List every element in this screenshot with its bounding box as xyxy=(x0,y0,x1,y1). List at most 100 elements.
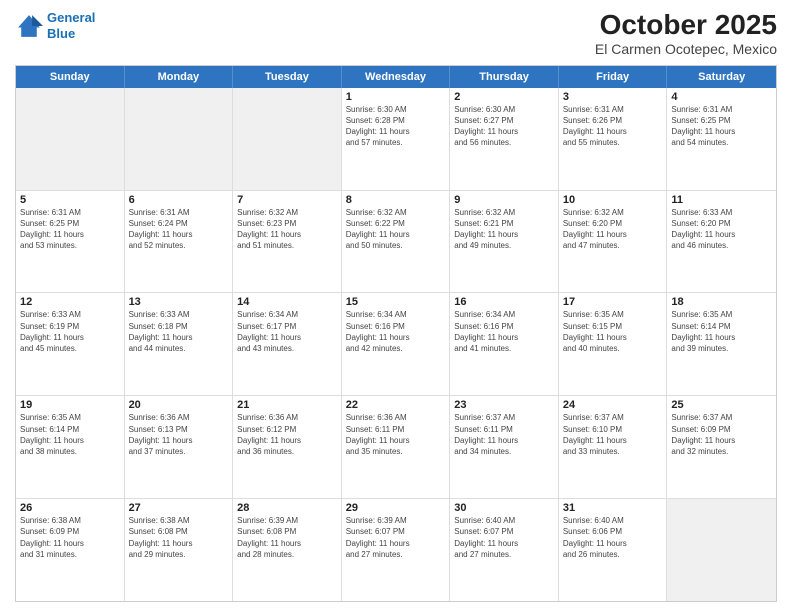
calendar-cell: 16Sunrise: 6:34 AM Sunset: 6:16 PM Dayli… xyxy=(450,293,559,395)
day-content: Sunrise: 6:33 AM Sunset: 6:18 PM Dayligh… xyxy=(129,309,229,354)
day-number: 23 xyxy=(454,399,554,411)
calendar-row-4: 19Sunrise: 6:35 AM Sunset: 6:14 PM Dayli… xyxy=(16,395,776,498)
day-number: 24 xyxy=(563,399,663,411)
calendar-cell: 8Sunrise: 6:32 AM Sunset: 6:22 PM Daylig… xyxy=(342,191,451,293)
calendar-cell: 3Sunrise: 6:31 AM Sunset: 6:26 PM Daylig… xyxy=(559,88,668,190)
logo-text: General Blue xyxy=(47,10,95,41)
day-content: Sunrise: 6:37 AM Sunset: 6:11 PM Dayligh… xyxy=(454,412,554,457)
day-header-friday: Friday xyxy=(559,66,668,88)
calendar-cell: 13Sunrise: 6:33 AM Sunset: 6:18 PM Dayli… xyxy=(125,293,234,395)
day-number: 6 xyxy=(129,194,229,206)
calendar-row-5: 26Sunrise: 6:38 AM Sunset: 6:09 PM Dayli… xyxy=(16,498,776,601)
day-number: 4 xyxy=(671,91,772,103)
calendar-cell: 21Sunrise: 6:36 AM Sunset: 6:12 PM Dayli… xyxy=(233,396,342,498)
day-number: 30 xyxy=(454,502,554,514)
calendar-cell: 5Sunrise: 6:31 AM Sunset: 6:25 PM Daylig… xyxy=(16,191,125,293)
day-number: 19 xyxy=(20,399,120,411)
day-number: 28 xyxy=(237,502,337,514)
calendar-cell: 12Sunrise: 6:33 AM Sunset: 6:19 PM Dayli… xyxy=(16,293,125,395)
calendar-subtitle: El Carmen Ocotepec, Mexico xyxy=(595,41,777,57)
day-content: Sunrise: 6:31 AM Sunset: 6:25 PM Dayligh… xyxy=(20,207,120,252)
calendar-cell xyxy=(125,88,234,190)
day-number: 18 xyxy=(671,296,772,308)
day-content: Sunrise: 6:33 AM Sunset: 6:19 PM Dayligh… xyxy=(20,309,120,354)
day-number: 7 xyxy=(237,194,337,206)
calendar-cell: 4Sunrise: 6:31 AM Sunset: 6:25 PM Daylig… xyxy=(667,88,776,190)
calendar-cell: 19Sunrise: 6:35 AM Sunset: 6:14 PM Dayli… xyxy=(16,396,125,498)
calendar-header: SundayMondayTuesdayWednesdayThursdayFrid… xyxy=(16,66,776,88)
day-content: Sunrise: 6:34 AM Sunset: 6:16 PM Dayligh… xyxy=(346,309,446,354)
day-content: Sunrise: 6:38 AM Sunset: 6:08 PM Dayligh… xyxy=(129,515,229,560)
logo-icon xyxy=(15,12,43,40)
day-number: 1 xyxy=(346,91,446,103)
day-number: 3 xyxy=(563,91,663,103)
calendar-row-3: 12Sunrise: 6:33 AM Sunset: 6:19 PM Dayli… xyxy=(16,292,776,395)
calendar-cell: 15Sunrise: 6:34 AM Sunset: 6:16 PM Dayli… xyxy=(342,293,451,395)
day-content: Sunrise: 6:36 AM Sunset: 6:13 PM Dayligh… xyxy=(129,412,229,457)
calendar-cell xyxy=(233,88,342,190)
calendar-cell xyxy=(16,88,125,190)
day-content: Sunrise: 6:40 AM Sunset: 6:06 PM Dayligh… xyxy=(563,515,663,560)
calendar-cell: 17Sunrise: 6:35 AM Sunset: 6:15 PM Dayli… xyxy=(559,293,668,395)
calendar-title: October 2025 xyxy=(595,10,777,41)
day-content: Sunrise: 6:30 AM Sunset: 6:28 PM Dayligh… xyxy=(346,104,446,149)
day-number: 5 xyxy=(20,194,120,206)
day-number: 15 xyxy=(346,296,446,308)
day-number: 27 xyxy=(129,502,229,514)
day-content: Sunrise: 6:35 AM Sunset: 6:14 PM Dayligh… xyxy=(20,412,120,457)
day-number: 17 xyxy=(563,296,663,308)
day-content: Sunrise: 6:32 AM Sunset: 6:23 PM Dayligh… xyxy=(237,207,337,252)
day-number: 13 xyxy=(129,296,229,308)
calendar-cell: 29Sunrise: 6:39 AM Sunset: 6:07 PM Dayli… xyxy=(342,499,451,601)
day-content: Sunrise: 6:31 AM Sunset: 6:26 PM Dayligh… xyxy=(563,104,663,149)
day-content: Sunrise: 6:39 AM Sunset: 6:08 PM Dayligh… xyxy=(237,515,337,560)
calendar-cell xyxy=(667,499,776,601)
logo-line2: Blue xyxy=(47,26,75,41)
day-number: 31 xyxy=(563,502,663,514)
calendar: SundayMondayTuesdayWednesdayThursdayFrid… xyxy=(15,65,777,602)
day-header-monday: Monday xyxy=(125,66,234,88)
calendar-cell: 9Sunrise: 6:32 AM Sunset: 6:21 PM Daylig… xyxy=(450,191,559,293)
day-number: 9 xyxy=(454,194,554,206)
day-header-wednesday: Wednesday xyxy=(342,66,451,88)
calendar-cell: 24Sunrise: 6:37 AM Sunset: 6:10 PM Dayli… xyxy=(559,396,668,498)
calendar-cell: 30Sunrise: 6:40 AM Sunset: 6:07 PM Dayli… xyxy=(450,499,559,601)
calendar-cell: 23Sunrise: 6:37 AM Sunset: 6:11 PM Dayli… xyxy=(450,396,559,498)
day-number: 14 xyxy=(237,296,337,308)
title-block: October 2025 El Carmen Ocotepec, Mexico xyxy=(595,10,777,57)
day-content: Sunrise: 6:37 AM Sunset: 6:10 PM Dayligh… xyxy=(563,412,663,457)
calendar-cell: 11Sunrise: 6:33 AM Sunset: 6:20 PM Dayli… xyxy=(667,191,776,293)
day-number: 16 xyxy=(454,296,554,308)
day-content: Sunrise: 6:32 AM Sunset: 6:22 PM Dayligh… xyxy=(346,207,446,252)
day-number: 22 xyxy=(346,399,446,411)
day-content: Sunrise: 6:34 AM Sunset: 6:17 PM Dayligh… xyxy=(237,309,337,354)
day-number: 2 xyxy=(454,91,554,103)
day-number: 8 xyxy=(346,194,446,206)
calendar-cell: 25Sunrise: 6:37 AM Sunset: 6:09 PM Dayli… xyxy=(667,396,776,498)
day-number: 11 xyxy=(671,194,772,206)
day-content: Sunrise: 6:36 AM Sunset: 6:12 PM Dayligh… xyxy=(237,412,337,457)
day-content: Sunrise: 6:39 AM Sunset: 6:07 PM Dayligh… xyxy=(346,515,446,560)
day-number: 26 xyxy=(20,502,120,514)
day-content: Sunrise: 6:36 AM Sunset: 6:11 PM Dayligh… xyxy=(346,412,446,457)
day-number: 12 xyxy=(20,296,120,308)
calendar-cell: 14Sunrise: 6:34 AM Sunset: 6:17 PM Dayli… xyxy=(233,293,342,395)
day-number: 10 xyxy=(563,194,663,206)
logo-line1: General xyxy=(47,10,95,25)
day-content: Sunrise: 6:37 AM Sunset: 6:09 PM Dayligh… xyxy=(671,412,772,457)
calendar-row-1: 1Sunrise: 6:30 AM Sunset: 6:28 PM Daylig… xyxy=(16,88,776,190)
day-content: Sunrise: 6:35 AM Sunset: 6:15 PM Dayligh… xyxy=(563,309,663,354)
calendar-row-2: 5Sunrise: 6:31 AM Sunset: 6:25 PM Daylig… xyxy=(16,190,776,293)
day-content: Sunrise: 6:34 AM Sunset: 6:16 PM Dayligh… xyxy=(454,309,554,354)
calendar-cell: 10Sunrise: 6:32 AM Sunset: 6:20 PM Dayli… xyxy=(559,191,668,293)
calendar-cell: 26Sunrise: 6:38 AM Sunset: 6:09 PM Dayli… xyxy=(16,499,125,601)
day-header-thursday: Thursday xyxy=(450,66,559,88)
day-content: Sunrise: 6:35 AM Sunset: 6:14 PM Dayligh… xyxy=(671,309,772,354)
day-header-sunday: Sunday xyxy=(16,66,125,88)
calendar-cell: 18Sunrise: 6:35 AM Sunset: 6:14 PM Dayli… xyxy=(667,293,776,395)
calendar-cell: 2Sunrise: 6:30 AM Sunset: 6:27 PM Daylig… xyxy=(450,88,559,190)
day-number: 25 xyxy=(671,399,772,411)
calendar-cell: 1Sunrise: 6:30 AM Sunset: 6:28 PM Daylig… xyxy=(342,88,451,190)
calendar-cell: 7Sunrise: 6:32 AM Sunset: 6:23 PM Daylig… xyxy=(233,191,342,293)
calendar-cell: 31Sunrise: 6:40 AM Sunset: 6:06 PM Dayli… xyxy=(559,499,668,601)
